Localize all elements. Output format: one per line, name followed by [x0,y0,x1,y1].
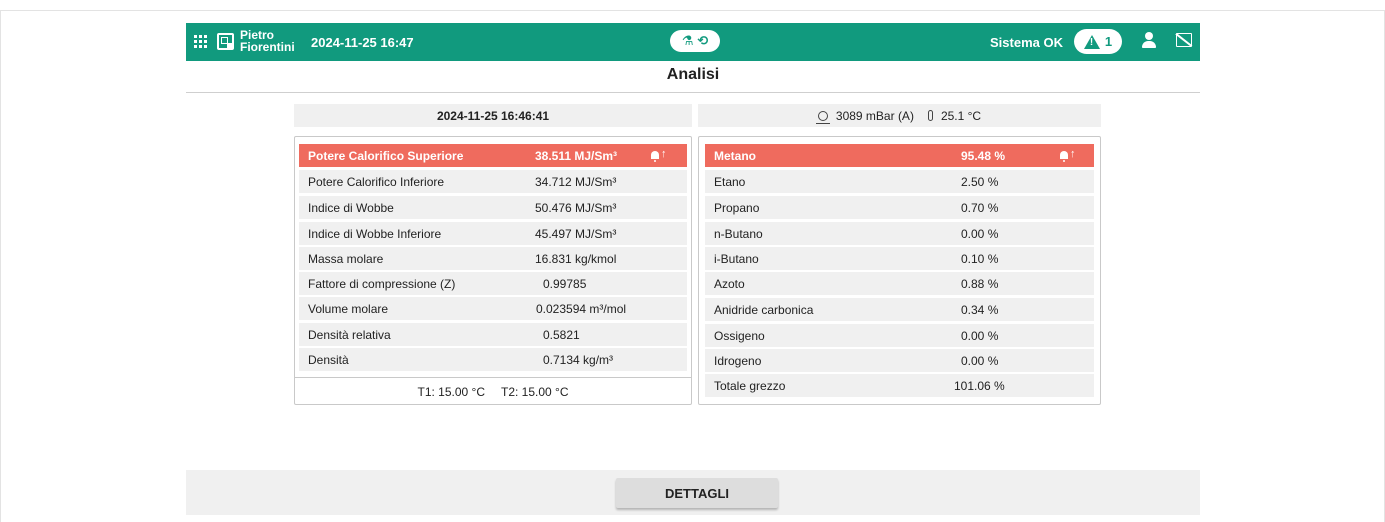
temperature-value: 25.1 °C [940,108,982,123]
property-row: Densità relativa 0.5821 [299,323,687,346]
top-bar: Pietro Fiorentini 2024-11-25 16:47 ⚗ ⟲ Si… [186,23,1200,61]
details-button[interactable]: DETTAGLI [616,478,778,508]
properties-panel: Potere Calorifico Superiore 38.511 MJ/Sm… [294,136,692,405]
component-label: Etano [714,174,746,189]
brand-name: Pietro Fiorentini [240,29,295,53]
property-row: Fattore di compressione (Z) 0.99785 [299,272,687,295]
component-value: 0.10 % [961,251,999,266]
page-title: Analisi [666,66,720,83]
property-value: 34.712 MJ/Sm³ [535,174,617,189]
component-value: 95.48 % [961,148,1006,163]
title-divider [186,92,1200,93]
property-label: Massa molare [308,251,384,266]
display-off-icon[interactable] [1176,33,1192,47]
component-value: 0.00 % [961,226,999,241]
property-label: Potere Calorifico Superiore [308,148,464,163]
component-row: Anidride carbonica 0.34 % [705,298,1094,321]
component-label: Idrogeno [714,353,762,368]
property-label: Indice di Wobbe [308,200,394,215]
component-row: Propano 0.70 % [705,196,1094,219]
t2-temperature: T2: 15.00 °C [501,384,569,399]
property-row: Potere Calorifico Inferiore 34.712 MJ/Sm… [299,170,687,193]
property-value: 0.99785 [543,276,587,291]
component-label: Ossigeno [714,328,765,343]
component-value: 0.88 % [961,276,999,291]
conditions-bar: 3089 mBar (A) 25.1 °C [698,104,1101,127]
property-value: 16.831 kg/kmol [535,251,617,266]
component-row: Etano 2.50 % [705,170,1094,193]
component-label: Metano [714,148,756,163]
property-label: Indice di Wobbe Inferiore [308,226,442,241]
property-label: Potere Calorifico Inferiore [308,174,445,189]
component-row: i-Butano 0.10 % [705,247,1094,270]
component-value: 0.00 % [961,328,999,343]
component-label: n-Butano [714,226,763,241]
property-row: Volume molare 0.023594 m³/mol [299,297,687,320]
system-status: Sistema OK [990,35,1063,50]
pressure-value: 3089 mBar (A) [835,108,914,123]
app-frame [0,10,1385,522]
flask-icon: ⚗ [681,33,694,48]
component-label: Anidride carbonica [714,302,814,317]
component-row: n-Butano 0.00 % [705,222,1094,245]
property-value: 45.497 MJ/Sm³ [535,226,617,241]
component-label: Azoto [714,276,745,291]
component-label: Totale grezzo [714,378,786,393]
reference-temperatures: T1: 15.00 °C T2: 15.00 °C [295,377,691,405]
footer-bar: DETTAGLI [186,470,1200,515]
component-label: i-Butano [714,251,759,266]
alarm-high-icon: ↑ [651,149,667,162]
property-value: 0.7134 kg/m³ [543,352,614,367]
brand-line-2: Fiorentini [240,40,295,54]
brand-logo: Pietro Fiorentini [217,29,295,53]
logo-mark-icon [217,32,234,50]
analysis-timestamp: 2024-11-25 16:46:41 [294,104,692,127]
property-row: Indice di Wobbe Inferiore 45.497 MJ/Sm³ [299,222,687,245]
property-value: 0.023594 m³/mol [536,301,627,316]
component-value: 101.06 % [954,378,1005,393]
component-value: 0.00 % [961,353,999,368]
t1-temperature: T1: 15.00 °C [417,384,486,399]
alarm-count: 1 [1104,34,1113,49]
property-label: Fattore di compressione (Z) [308,276,456,291]
alarm-high-icon: ↑ [1060,149,1076,162]
property-label: Densità relativa [308,327,391,342]
component-row: Idrogeno 0.00 % [705,349,1094,372]
component-value: 0.70 % [961,200,999,215]
property-value: 38.511 MJ/Sm³ [535,148,618,163]
pressure-icon [815,110,830,124]
user-icon[interactable] [1142,32,1156,50]
property-row: Densità 0.7134 kg/m³ [299,348,687,371]
property-label: Volume molare [308,301,389,316]
component-row: Ossigeno 0.00 % [705,324,1094,347]
component-value: 2.50 % [961,174,999,189]
component-label: Propano [714,200,760,215]
header-datetime: 2024-11-25 16:47 [311,35,414,50]
property-row: Indice di Wobbe 50.476 MJ/Sm³ [299,196,687,219]
property-label: Densità [308,352,349,367]
sync-icon: ⟲ [697,33,709,48]
property-value: 50.476 MJ/Sm³ [535,200,617,215]
property-row: Massa molare 16.831 kg/kmol [299,247,687,270]
thermometer-icon [927,110,933,121]
alarm-badge[interactable]: 1 [1074,29,1122,54]
warning-icon [1083,34,1100,49]
composition-panel: Metano 95.48 % ↑ Etano 2.50 % Propano 0.… [698,136,1101,405]
component-row: Totale grezzo 101.06 % [705,374,1094,397]
lab-mode-toggle[interactable]: ⚗ ⟲ [670,30,720,52]
apps-grid-icon[interactable] [194,35,207,48]
component-value: 0.34 % [961,302,999,317]
property-value: 0.5821 [543,327,580,342]
component-row: Metano 95.48 % ↑ [705,144,1094,167]
property-row: Potere Calorifico Superiore 38.511 MJ/Sm… [299,144,687,167]
component-row: Azoto 0.88 % [705,272,1094,295]
